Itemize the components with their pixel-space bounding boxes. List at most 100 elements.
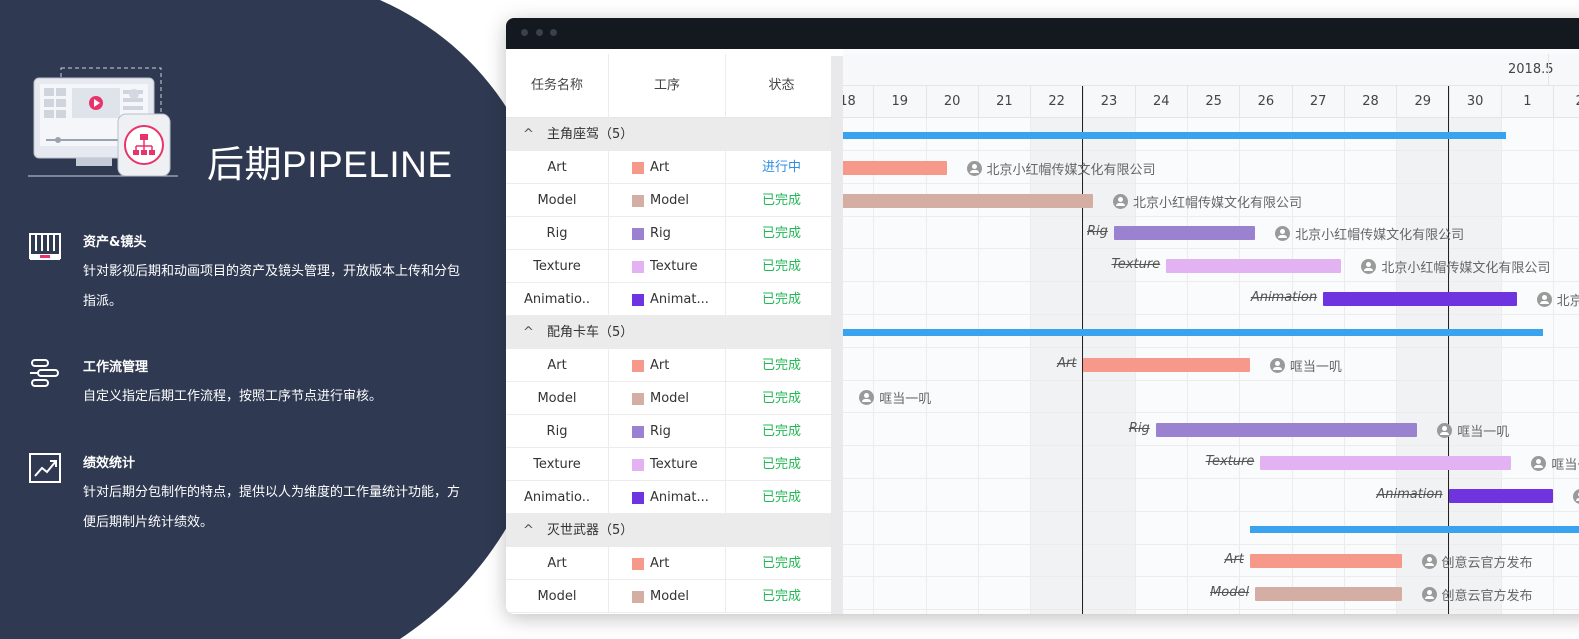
step-color-swatch (632, 492, 644, 504)
task-bar[interactable] (1082, 357, 1250, 372)
step-cell: Rig (609, 217, 726, 250)
step-label: Animat... (650, 292, 709, 307)
column-header-task-name[interactable]: 任务名称 (506, 54, 609, 118)
step-label: Art (650, 358, 670, 373)
day-cell: 23 (1082, 86, 1135, 118)
table-row[interactable]: Model Model 已完成 (506, 580, 837, 613)
step-label: Rig (650, 226, 671, 241)
gantt-chart: 2018.5 1819202122232425262728293012 北京小红… (843, 49, 1579, 614)
table-row[interactable]: Animatio.. Animat... 已完成 (506, 481, 837, 514)
task-bar[interactable] (1155, 423, 1418, 438)
task-bar[interactable] (843, 193, 1093, 208)
assignee-avatar-icon (1421, 554, 1437, 570)
table-row[interactable]: Animatio.. Animat... 已完成 (506, 283, 837, 316)
table-row[interactable]: Model Model 已完成 (506, 184, 837, 217)
task-bar[interactable] (1249, 554, 1402, 569)
assignee-name: 北京小红帽传媒文化有限公司 (1556, 294, 1579, 309)
task-table: 任务名称 工序 状态 ^ 主角座驾（5） Art Art 进行中 Model Model 已完… (506, 49, 837, 614)
table-row[interactable]: Texture Texture 已完成 (506, 250, 837, 283)
step-color-swatch (632, 228, 644, 240)
table-row[interactable]: Rig Rig 已完成 (506, 415, 837, 448)
task-bar[interactable] (1166, 259, 1342, 274)
task-name-cell: Model (506, 184, 609, 217)
step-label: Model (650, 589, 690, 604)
window-close-dot[interactable] (521, 29, 528, 36)
window-minimize-dot[interactable] (536, 29, 543, 36)
group-name: 配角卡车（5） (547, 325, 634, 340)
step-cell: Art (609, 547, 726, 580)
feature-desc: 自定义指定后期工作流程，按照工序节点进行审核。 (83, 389, 383, 404)
table-row[interactable]: Art Art 已完成 (506, 349, 837, 382)
grid-column (873, 118, 925, 614)
task-bar-label: Rig (1128, 421, 1150, 437)
step-label: Model (650, 391, 690, 406)
task-name-cell: Texture (506, 448, 609, 481)
assignee-avatar-icon (1573, 488, 1579, 504)
table-row[interactable]: Rig Rig 已完成 (506, 217, 837, 250)
table-row[interactable]: Art Art 已完成 (506, 547, 837, 580)
grid-column (1500, 118, 1553, 614)
task-name-cell: Rig (506, 217, 609, 250)
table-row[interactable]: Texture Texture 已完成 (506, 448, 837, 481)
task-name-cell: Texture (506, 250, 609, 283)
task-bar-label: Art (1057, 355, 1077, 371)
step-label: Rig (650, 424, 671, 439)
status-badge: 进行中 (761, 160, 801, 175)
day-cell: 27 (1291, 86, 1344, 118)
assignee-avatar-icon (1269, 357, 1285, 373)
status-badge: 已完成 (761, 226, 801, 241)
column-header-status[interactable]: 状态 (726, 54, 837, 118)
page: 后期PIPELINE 资产&镜头 针对影视后期和动画项目的资产及镜头管理，开放版… (0, 0, 1579, 639)
assignee-name: 哐当一叽 (1551, 458, 1579, 473)
chevron-up-icon[interactable]: ^ (523, 514, 534, 547)
group-row[interactable]: ^ 灭世武器（5） (506, 514, 837, 547)
step-cell: Art (609, 151, 726, 184)
feature-desc: 针对后期分包制作的特点，提供以人为维度的工作量统计功能，方便后期制片统计绩效。 (83, 485, 461, 530)
task-bar-label: Texture (1205, 454, 1255, 469)
group-row[interactable]: ^ 主角座驾（5） (506, 118, 837, 151)
panel-splitter[interactable] (831, 56, 843, 614)
task-bar[interactable] (1113, 226, 1256, 241)
day-cell: 25 (1187, 86, 1239, 118)
step-color-swatch (632, 162, 644, 174)
summary-bar[interactable] (843, 328, 1543, 336)
grid-column (843, 118, 873, 614)
task-bar[interactable] (1260, 456, 1512, 470)
grid-column (925, 118, 978, 614)
task-bar[interactable] (1448, 488, 1554, 503)
chevron-up-icon[interactable]: ^ (523, 316, 534, 349)
grid-row-line (843, 478, 1579, 479)
assignee-name: 创意云官方发布 (1441, 589, 1533, 605)
group-name: 灭世武器（5） (547, 523, 634, 538)
month-label: 2018.5 (1508, 62, 1554, 77)
task-name-cell: Animatio.. (506, 481, 609, 514)
status-badge: 已完成 (761, 391, 801, 406)
grid-row-line (843, 281, 1579, 283)
grid-row-line (843, 182, 1579, 184)
workflow-icon (30, 359, 59, 387)
task-bar-label: Art (1224, 552, 1244, 568)
chevron-up-icon[interactable]: ^ (523, 118, 534, 151)
summary-bar[interactable] (1249, 525, 1579, 533)
table-row[interactable]: Art Art 进行中 (506, 151, 837, 184)
task-name-cell: Rig (506, 415, 609, 448)
group-row[interactable]: ^ 配角卡车（5） (506, 316, 837, 349)
step-color-swatch (632, 393, 644, 405)
task-bar[interactable] (1323, 292, 1517, 306)
grid-row-line (843, 543, 1579, 545)
task-bar[interactable] (1255, 587, 1402, 602)
column-header-step[interactable]: 工序 (609, 54, 726, 118)
app-window: 任务名称 工序 状态 ^ 主角座驾（5） Art Art 进行中 Model Model 已完… (506, 18, 1579, 614)
status-badge: 已完成 (761, 556, 801, 571)
table-row[interactable]: Model Model 已完成 (506, 382, 837, 415)
task-name-cell: Model (506, 382, 609, 415)
step-cell: Texture (609, 448, 726, 481)
task-bar[interactable] (843, 160, 947, 175)
status-badge: 已完成 (761, 292, 801, 307)
grid-row-line (843, 609, 1579, 611)
step-color-swatch (632, 195, 644, 207)
summary-bar[interactable] (843, 132, 1507, 139)
assignee-name: 哐当一叽 (1289, 359, 1342, 375)
step-cell: Rig (609, 415, 726, 448)
window-maximize-dot[interactable] (550, 29, 557, 36)
